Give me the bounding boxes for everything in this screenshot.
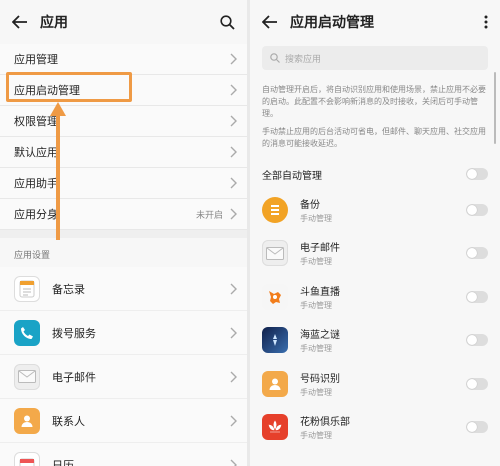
back-arrow-icon[interactable]	[12, 15, 28, 29]
apps-settings-panel: 应用 应用管理 应用启动管理 权限管理 默认应用 应用助手 应用分身 未开启 应…	[0, 0, 247, 466]
menu-item-label: 默认应用	[14, 146, 58, 159]
launch-app-item: 海蓝之谜 手动管理	[250, 318, 500, 362]
menu-item-label: 应用管理	[14, 53, 58, 66]
launch-app-item: 号码识别 手动管理	[250, 362, 500, 406]
phone-icon	[14, 319, 40, 346]
app-label: 拨号服务	[52, 326, 96, 340]
chevron-right-icon	[230, 177, 237, 189]
app-settings-list: 备忘录 拨号服务 电子邮件 联系人 日历	[0, 267, 247, 466]
app-launch-toggle[interactable]	[466, 377, 488, 390]
douyu-icon	[262, 283, 288, 310]
description-auto: 自动管理开启后，将自动识别应用和使用场景，禁止应用不必要的启动。此配置不会影响新…	[262, 85, 486, 118]
right-header: 应用启动管理	[250, 0, 500, 44]
app-item-email[interactable]: 电子邮件	[0, 355, 247, 399]
chevron-right-icon	[230, 53, 237, 65]
backup-icon	[262, 196, 288, 223]
app-launch-toggle[interactable]	[466, 421, 488, 434]
description-manual: 手动禁止应用的后台活动可省电，但邮件、聊天应用、社交应用的消息可能接收延迟。	[262, 127, 486, 148]
app-item-dialer[interactable]: 拨号服务	[0, 311, 247, 355]
menu-item-app-twin[interactable]: 应用分身 未开启	[0, 199, 247, 230]
app-item-contacts[interactable]: 联系人	[0, 399, 247, 443]
arrow-up-icon	[50, 102, 66, 240]
calendar-icon	[14, 451, 40, 466]
contacts-icon	[14, 407, 40, 434]
app-label: 日历	[52, 458, 74, 466]
search-icon	[270, 53, 280, 63]
menu-item-app-management[interactable]: 应用管理	[0, 44, 247, 75]
app-status: 手动管理	[300, 257, 332, 267]
app-name: 斗鱼直播	[300, 286, 340, 298]
app-name: 号码识别	[300, 373, 340, 385]
notes-icon	[14, 275, 40, 302]
menu-item-default-apps[interactable]: 默认应用	[0, 137, 247, 168]
status-value: 未开启	[195, 210, 223, 221]
app-status: 手动管理	[300, 300, 332, 310]
menu-item-app-assistant[interactable]: 应用助手	[0, 168, 247, 199]
email-icon	[14, 363, 40, 390]
screenshot: 应用 应用管理 应用启动管理 权限管理 默认应用 应用助手 应用分身 未开启 应…	[0, 0, 500, 466]
email-icon	[262, 240, 288, 267]
app-label: 电子邮件	[52, 370, 96, 384]
app-item-calendar[interactable]: 日历	[0, 443, 247, 466]
more-vertical-icon[interactable]	[484, 15, 488, 29]
app-name: 海蓝之谜	[300, 330, 340, 342]
app-launch-toggle[interactable]	[466, 334, 488, 347]
back-arrow-icon[interactable]	[262, 15, 278, 29]
menu-item-permissions[interactable]: 权限管理	[0, 106, 247, 137]
app-name: 电子邮件	[300, 243, 340, 255]
launch-app-list: 备份 手动管理 电子邮件 手动管理 斗鱼直播 手动管理 海蓝之谜 手动管理 号码…	[250, 188, 500, 449]
app-status: 手动管理	[300, 387, 332, 397]
search-icon[interactable]	[220, 14, 235, 30]
search-placeholder: 搜索应用	[285, 54, 322, 65]
scrollbar[interactable]	[494, 72, 496, 144]
app-launch-toggle[interactable]	[466, 203, 488, 216]
app-status: 手动管理	[300, 344, 332, 354]
all-auto-manage-toggle[interactable]	[466, 168, 488, 180]
app-status: 手动管理	[300, 213, 332, 223]
chevron-right-icon	[230, 208, 237, 220]
search-bar[interactable]: 搜索应用	[262, 46, 488, 70]
app-name: 花粉俱乐部	[300, 417, 350, 429]
menu-item-label: 应用分身	[14, 208, 58, 221]
divider	[0, 230, 247, 238]
app-status: 手动管理	[300, 431, 332, 441]
game-icon	[262, 327, 288, 354]
chevron-right-icon	[230, 84, 237, 96]
chevron-right-icon	[230, 459, 237, 466]
left-header: 应用	[0, 0, 247, 44]
highlight-box	[6, 72, 132, 102]
chevron-right-icon	[230, 115, 237, 127]
launch-app-item: 花粉俱乐部 手动管理	[250, 405, 500, 449]
chevron-right-icon	[230, 146, 237, 158]
section-title: 应用设置	[14, 251, 51, 261]
app-name: 备份	[300, 199, 320, 211]
all-auto-manage-row: 全部自动管理	[250, 160, 500, 188]
app-launch-toggle[interactable]	[466, 290, 488, 303]
page-title: 应用	[40, 15, 68, 31]
chevron-right-icon	[230, 415, 237, 426]
menu-item-label: 权限管理	[14, 115, 58, 128]
club-icon	[262, 414, 288, 441]
all-auto-manage-label: 全部自动管理	[262, 170, 322, 182]
app-label: 联系人	[52, 414, 85, 428]
launch-app-item: 电子邮件 手动管理	[250, 231, 500, 275]
page-title: 应用启动管理	[290, 15, 374, 31]
app-label: 备忘录	[52, 282, 85, 296]
chevron-right-icon	[230, 371, 237, 382]
app-launch-panel: 应用启动管理 搜索应用 自动管理开启后，将自动识别应用和使用场景，禁止应用不必要…	[250, 0, 500, 466]
app-launch-toggle[interactable]	[466, 247, 488, 260]
launch-app-item: 备份 手动管理	[250, 188, 500, 232]
launch-app-item: 斗鱼直播 手动管理	[250, 275, 500, 319]
caller-id-icon	[262, 370, 288, 397]
app-item-notes[interactable]: 备忘录	[0, 267, 247, 311]
chevron-right-icon	[230, 283, 237, 294]
chevron-right-icon	[230, 327, 237, 338]
menu-item-label: 应用助手	[14, 177, 58, 190]
